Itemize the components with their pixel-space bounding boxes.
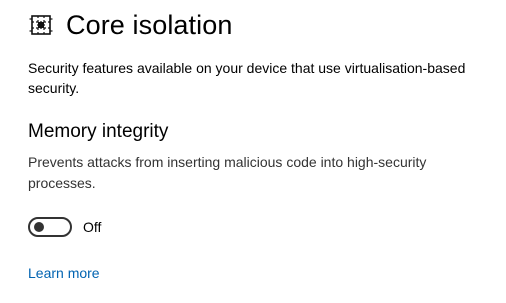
- learn-more-link[interactable]: Learn more: [28, 264, 100, 282]
- page-header: Core isolation: [29, 8, 233, 42]
- toggle-knob: [34, 222, 44, 232]
- memory-integrity-description: Prevents attacks from inserting maliciou…: [28, 154, 427, 191]
- core-isolation-chip-icon: [29, 13, 53, 37]
- memory-integrity-toggle[interactable]: [28, 217, 72, 237]
- memory-integrity-toggle-row: Off: [28, 217, 101, 237]
- page-description: Security features available on your devi…: [28, 60, 466, 96]
- memory-integrity-heading: Memory integrity: [28, 121, 169, 142]
- core-isolation-page: Core isolation Security features availab…: [0, 0, 506, 303]
- toggle-state-label: Off: [83, 219, 102, 235]
- page-title: Core isolation: [66, 10, 233, 40]
